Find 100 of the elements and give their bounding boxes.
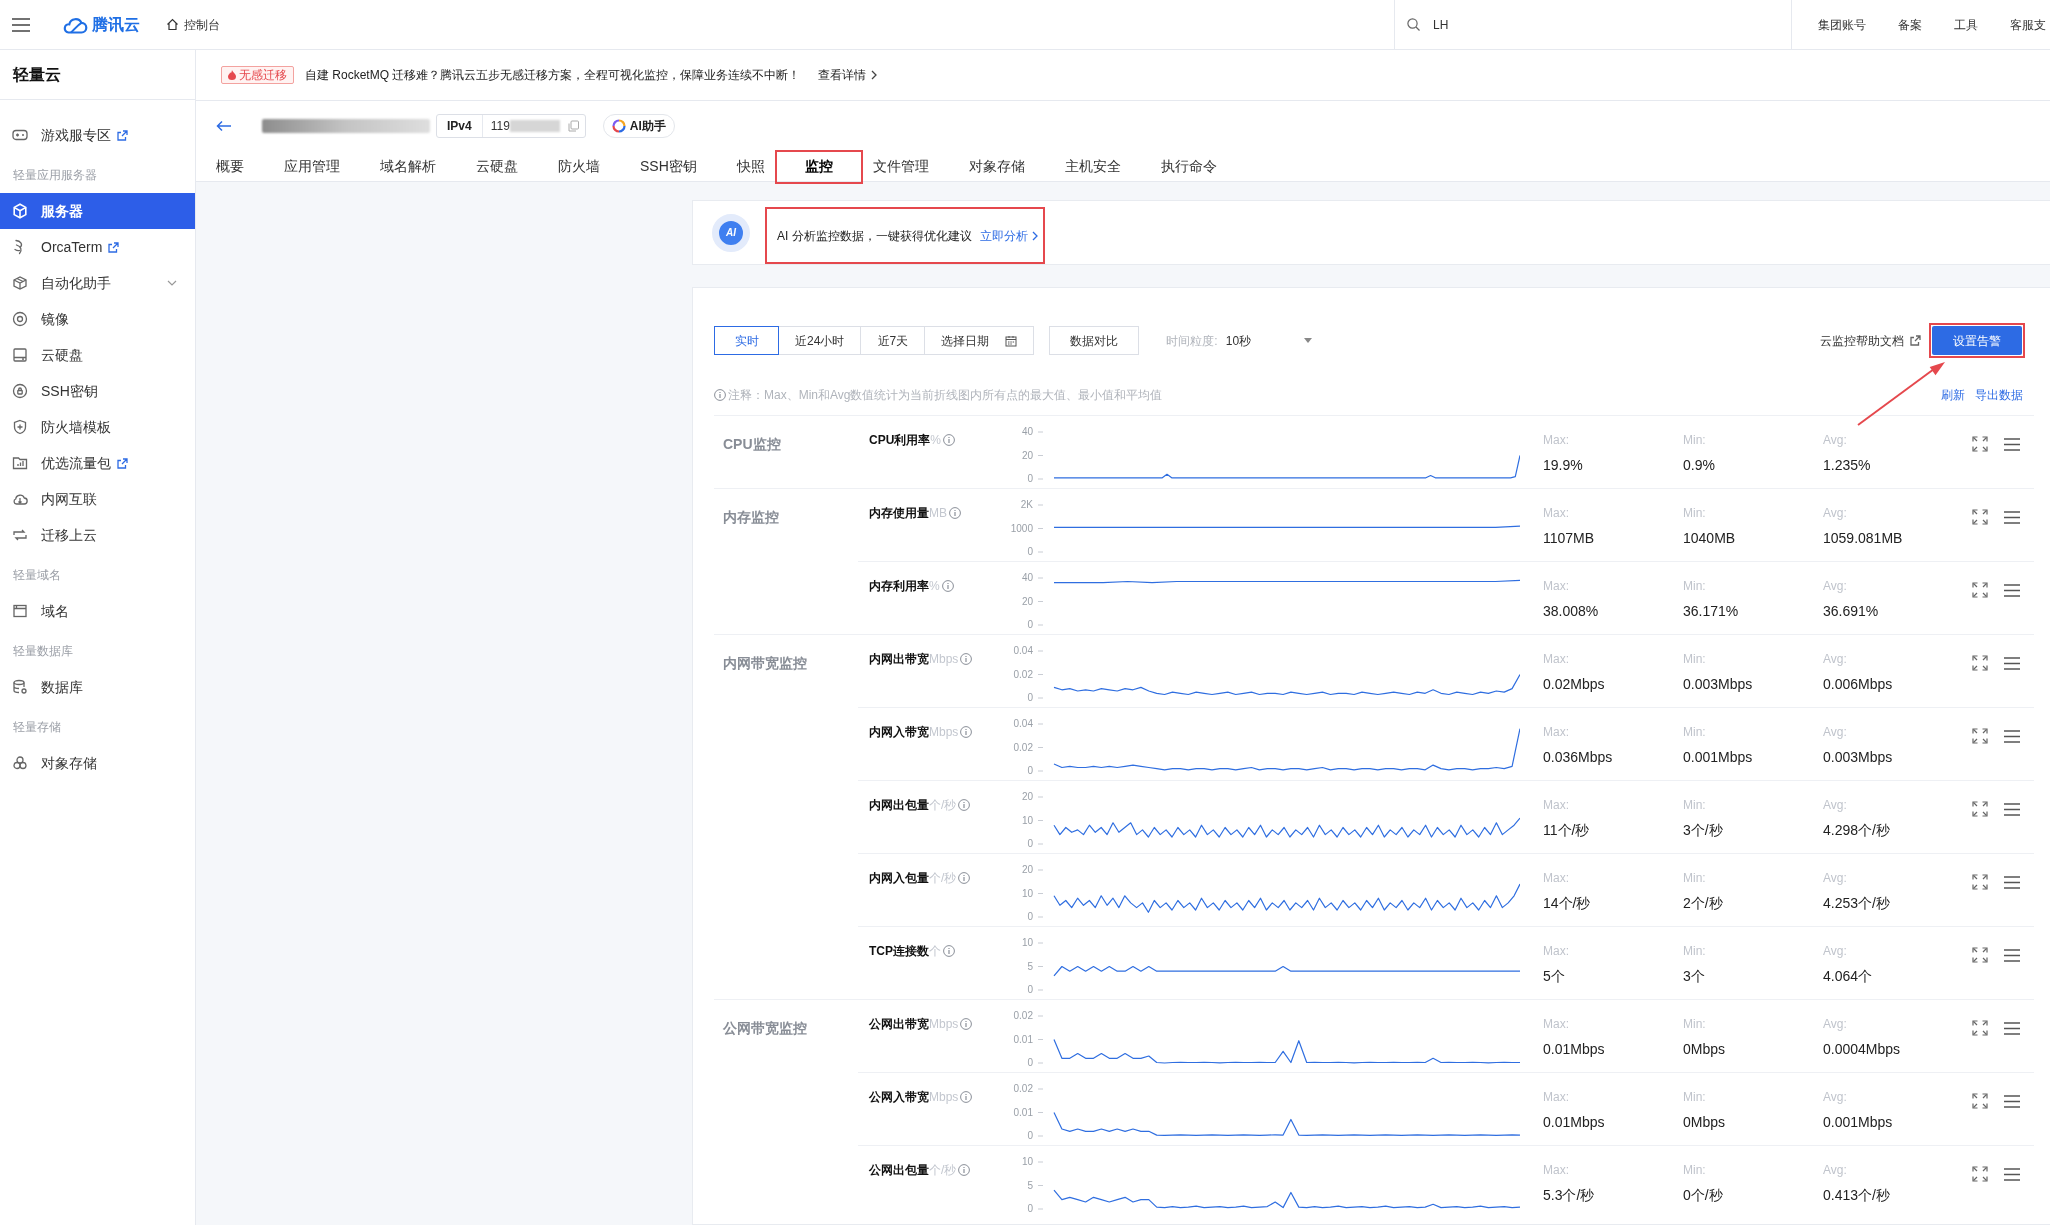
- gamepad-icon: [12, 127, 28, 143]
- chevron-down-icon[interactable]: [167, 280, 177, 286]
- stat-value: 0.9%: [1683, 456, 1716, 475]
- home-icon: [166, 18, 179, 31]
- stat-value: 3个/秒: [1683, 821, 1724, 840]
- ip-address-text: 119: [489, 118, 510, 135]
- tab[interactable]: 云硬盘: [456, 152, 538, 181]
- help-link[interactable]: 云监控帮助文档: [1820, 331, 1921, 350]
- tab[interactable]: 快照: [716, 152, 785, 181]
- menu-icon[interactable]: [2004, 1168, 2020, 1181]
- range-tab[interactable]: 近24小时: [778, 326, 862, 355]
- axis-tick-label: 0: [1027, 1057, 1033, 1069]
- tab[interactable]: 应用管理: [264, 152, 360, 181]
- sidebar-item[interactable]: 对象存储: [0, 745, 195, 781]
- axis-tick-label: 20: [1021, 791, 1033, 803]
- menu-icon[interactable]: [2004, 730, 2020, 743]
- console-link[interactable]: 控制台: [166, 15, 220, 34]
- pinwheel-icon: [611, 119, 626, 133]
- set-alarm-button[interactable]: 设置告警: [1932, 326, 2022, 355]
- menu-icon[interactable]: [2004, 584, 2020, 597]
- nav-link[interactable]: 工具: [1954, 15, 1978, 34]
- menu-icon[interactable]: [2004, 876, 2020, 889]
- tab[interactable]: 防火墙: [538, 152, 620, 181]
- tab[interactable]: 域名解析: [360, 152, 456, 181]
- axis-tick-label: 0: [1027, 984, 1033, 996]
- expand-icon[interactable]: [1972, 801, 1988, 817]
- granularity-select[interactable]: 10秒: [1225, 331, 1312, 350]
- menu-icon[interactable]: [2004, 1022, 2020, 1035]
- stat-label: Max:: [1543, 578, 1570, 594]
- menu-icon[interactable]: [2004, 949, 2020, 962]
- database-icon: [12, 679, 28, 695]
- details-link[interactable]: 查看详情: [818, 66, 878, 84]
- sidebar-item[interactable]: SSH密钥: [0, 373, 195, 409]
- expand-icon[interactable]: [1972, 728, 1988, 744]
- metric-unit: MB: [929, 505, 947, 521]
- menu-icon[interactable]: [2004, 657, 2020, 670]
- expand-icon[interactable]: [1972, 436, 1988, 452]
- sidebar-item[interactable]: 防火墙模板: [0, 409, 195, 445]
- action-link[interactable]: 导出数据: [1975, 386, 2023, 404]
- stat-label: Max:: [1543, 505, 1570, 521]
- axis-tick-label: 0.04: [1013, 645, 1033, 657]
- stat-value: 0.413个/秒: [1823, 1186, 1891, 1205]
- nav-link[interactable]: 集团账号: [1818, 15, 1866, 34]
- expand-icon[interactable]: [1972, 1093, 1988, 1109]
- stat-value: 5个: [1543, 967, 1566, 986]
- expand-icon[interactable]: [1972, 1020, 1988, 1036]
- range-tab[interactable]: 选择日期: [924, 326, 1035, 355]
- sidebar-item[interactable]: 数据库: [0, 669, 195, 705]
- axis-tick-label: 0.01: [1013, 1106, 1033, 1119]
- menu-icon[interactable]: [2004, 511, 2020, 524]
- sidebar-item[interactable]: 自动化助手: [0, 265, 195, 301]
- sidebar-item[interactable]: 优选流量包: [0, 445, 195, 481]
- granularity-label: 时间粒度:: [1166, 332, 1218, 350]
- sidebar-item[interactable]: 域名: [0, 593, 195, 629]
- menu-icon[interactable]: [2004, 438, 2020, 451]
- chevron-right-icon: [871, 70, 878, 80]
- logo-link[interactable]: 腾讯云: [62, 12, 140, 37]
- menu-icon[interactable]: [12, 17, 30, 32]
- expand-icon[interactable]: [1972, 874, 1988, 890]
- sidebar-item[interactable]: 镜像: [0, 301, 195, 337]
- expand-icon[interactable]: [1972, 1166, 1988, 1182]
- tab[interactable]: SSH密钥: [620, 152, 717, 181]
- stat-value: 11个/秒: [1543, 821, 1591, 840]
- tab[interactable]: 文件管理: [852, 152, 949, 181]
- analyze-link[interactable]: 立即分析: [979, 226, 1038, 245]
- range-tab[interactable]: 实时: [714, 326, 779, 355]
- tab[interactable]: 监控: [784, 152, 853, 181]
- expand-icon[interactable]: [1972, 509, 1988, 525]
- stat-value: 0.036Mbps: [1543, 748, 1614, 767]
- back-button[interactable]: [216, 120, 232, 132]
- menu-icon[interactable]: [2004, 803, 2020, 816]
- stat-label: Min:: [1683, 505, 1707, 521]
- caret-down-icon: [1303, 338, 1312, 343]
- tab[interactable]: 执行命令: [1140, 152, 1237, 181]
- axis-tick-label: 40: [1021, 426, 1033, 438]
- stat-value: 1107MB: [1543, 529, 1596, 548]
- nav-link[interactable]: 客服支: [2010, 15, 2046, 34]
- expand-icon[interactable]: [1972, 582, 1988, 598]
- metric-name: 内网出包量: [869, 797, 929, 813]
- sidebar-item[interactable]: 服务器: [0, 193, 195, 229]
- sidebar-item[interactable]: OrcaTerm: [0, 229, 195, 265]
- range-tab[interactable]: 近7天: [860, 326, 926, 355]
- sidebar-item[interactable]: 云硬盘: [0, 337, 195, 373]
- nav-link[interactable]: 备案: [1898, 15, 1922, 34]
- redacted-block: [509, 120, 560, 132]
- metric-name: CPU利用率: [869, 432, 931, 448]
- action-link[interactable]: 刷新: [1941, 386, 1965, 404]
- tab[interactable]: 对象存储: [948, 152, 1045, 181]
- sidebar-item[interactable]: 游戏服专区: [0, 117, 195, 153]
- tab[interactable]: 主机安全: [1044, 152, 1141, 181]
- sidebar-item[interactable]: 迁移上云: [0, 517, 195, 553]
- tab[interactable]: 概要: [196, 152, 264, 181]
- search-field[interactable]: LH: [1433, 12, 1733, 37]
- metric-unit: 个: [929, 943, 941, 959]
- sidebar-item[interactable]: 内网互联: [0, 481, 195, 517]
- menu-icon[interactable]: [2004, 1095, 2020, 1108]
- stat-label: Avg:: [1823, 1162, 1848, 1178]
- compare-button[interactable]: 数据对比: [1049, 326, 1140, 355]
- expand-icon[interactable]: [1972, 947, 1988, 963]
- expand-icon[interactable]: [1972, 655, 1988, 671]
